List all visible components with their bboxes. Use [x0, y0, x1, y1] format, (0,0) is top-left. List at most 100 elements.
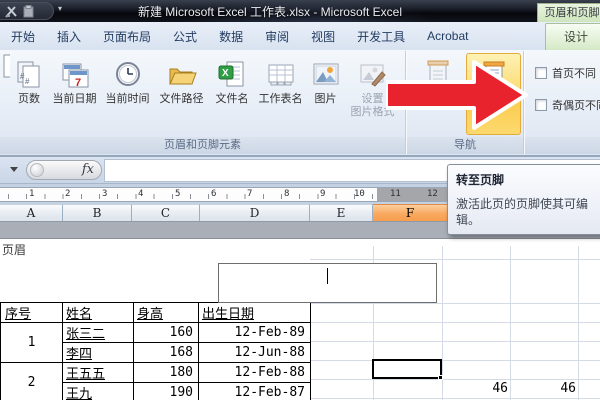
tab-home[interactable]: 开始	[0, 22, 46, 51]
worksheet-page: 页眉 序号 姓名 身高 出生日期 1 张三二 160 12-Feb-89 李四 …	[0, 238, 600, 400]
insert-function-button[interactable]: fx	[26, 160, 102, 180]
cell-height[interactable]: 160	[133, 322, 199, 343]
cell-name[interactable]: 王九	[62, 382, 134, 400]
header-cell[interactable]: 序号	[0, 302, 63, 323]
fx-ball-icon	[30, 163, 44, 177]
format-picture-icon	[360, 64, 386, 87]
fill-handle[interactable]	[438, 375, 443, 380]
cell-name[interactable]: 张三二	[62, 322, 134, 343]
pages-icon: # #	[17, 61, 40, 88]
tooltip-title: 转至页脚	[456, 173, 505, 187]
cell-dob[interactable]: 12-Jun-88	[198, 342, 311, 363]
tooltip-body: 激活此页的页脚使其可编辑。	[456, 197, 589, 227]
column-header-b[interactable]: B	[63, 204, 132, 221]
page-number-button-partial[interactable]	[0, 53, 10, 113]
tab-insert[interactable]: 插入	[46, 22, 92, 51]
number-of-pages-button[interactable]: # # 页数	[10, 53, 48, 135]
namebox-dropdown-icon[interactable]	[10, 167, 18, 172]
ribbon-tab-row: 开始 插入 页面布局 公式 数据 审阅 视图 开发工具 Acrobat 设计	[0, 22, 600, 50]
svg-text:X: X	[222, 68, 229, 79]
checkbox-icon[interactable]	[535, 99, 547, 111]
cell-dob[interactable]: 12-Feb-87	[198, 382, 311, 400]
gridline	[310, 398, 600, 399]
selected-cell[interactable]	[372, 359, 443, 380]
file-name-button[interactable]: X 文件名	[209, 53, 255, 135]
tab-view[interactable]: 视图	[300, 22, 346, 51]
tab-formulas[interactable]: 公式	[162, 22, 208, 51]
goto-footer-tooltip: 转至页脚 激活此页的页脚使其可编辑。	[447, 164, 600, 235]
text-cursor	[327, 268, 328, 284]
title-bar: ▾ 新建 Microsoft Excel 工作表.xlsx - Microsof…	[0, 0, 600, 22]
sheet-name-button[interactable]: 工作表名	[255, 53, 306, 135]
column-header-a[interactable]: A	[0, 204, 63, 221]
cell-dob[interactable]: 12-Feb-89	[198, 322, 311, 343]
group-label-options	[525, 137, 600, 154]
different-odd-even-checkbox[interactable]: 奇偶页不同	[535, 97, 600, 113]
table-row: 2 王五五 180 12-Feb-88	[0, 362, 311, 400]
quick-access-toolbar[interactable]	[0, 2, 54, 20]
cell-dob[interactable]: 12-Feb-88	[198, 362, 311, 383]
header-cell[interactable]: 出生日期	[198, 302, 311, 323]
gridline	[310, 259, 600, 260]
folder-icon	[168, 68, 197, 85]
window-title: 新建 Microsoft Excel 工作表.xlsx - Microsoft …	[137, 5, 403, 19]
tab-developer[interactable]: 开发工具	[346, 22, 416, 51]
tab-data[interactable]: 数据	[208, 22, 254, 51]
group-header-footer-elements: # # 页数 7 当前日期 当前时间 文件路径 X 文件名 工作表名 图片 设置…	[0, 51, 406, 154]
column-header-f-selected[interactable]: F	[373, 204, 448, 221]
checkbox-icon[interactable]	[535, 67, 547, 79]
table-row: 1 张三二 160 12-Feb-89	[0, 322, 311, 363]
tab-page-layout[interactable]: 页面布局	[92, 22, 162, 51]
excel-file-icon: X	[218, 61, 244, 87]
data-table: 序号 姓名 身高 出生日期 1 张三二 160 12-Feb-89 李四 168…	[0, 302, 311, 400]
gridline	[578, 246, 579, 400]
column-header-e[interactable]: E	[310, 204, 373, 221]
svg-text:7: 7	[75, 77, 81, 89]
header-cell[interactable]: 身高	[133, 302, 199, 323]
gridline	[310, 341, 600, 342]
cell-value-46[interactable]: 46	[512, 380, 576, 398]
group-label-elements: 页眉和页脚元素	[0, 137, 405, 154]
tab-acrobat[interactable]: Acrobat	[416, 23, 479, 49]
clock-icon	[115, 62, 140, 86]
cell-value-46[interactable]: 46	[444, 380, 508, 398]
tab-design-active[interactable]: 设计	[545, 23, 600, 50]
gridline	[510, 246, 511, 400]
annotation-arrow-icon	[386, 60, 528, 130]
cell-name[interactable]: 王五五	[62, 362, 134, 383]
gridline	[310, 360, 600, 361]
different-first-page-checkbox[interactable]: 首页不同	[535, 65, 600, 81]
svg-text:#: #	[20, 72, 25, 81]
group-label-navigation: 导航	[407, 137, 523, 154]
group-options: 首页不同 奇偶页不同	[525, 51, 600, 154]
cell-no[interactable]: 1	[0, 322, 63, 363]
fx-icon: fx	[81, 162, 94, 177]
worksheet-icon	[268, 64, 293, 86]
file-path-button[interactable]: 文件路径	[154, 53, 209, 135]
page-header-label: 页眉	[2, 243, 27, 257]
tab-review[interactable]: 审阅	[254, 22, 300, 51]
column-header-c[interactable]: C	[132, 204, 200, 221]
contextual-tools-label: 页眉和页脚	[537, 3, 600, 22]
cell-no[interactable]: 2	[0, 362, 63, 400]
picture-button[interactable]: 图片	[306, 53, 345, 135]
tools-icon[interactable]	[5, 5, 18, 18]
cell-name[interactable]: 李四	[62, 342, 134, 363]
current-time-button[interactable]: 当前时间	[101, 53, 154, 135]
gridline	[310, 322, 600, 323]
gridline	[310, 303, 600, 304]
header-edit-box[interactable]	[218, 263, 437, 303]
excel-window: ▾ 新建 Microsoft Excel 工作表.xlsx - Microsof…	[0, 0, 600, 400]
picture-icon	[313, 63, 338, 85]
ruler: 1 2 3 4 5 6 7 8 9 10 11 12	[0, 187, 452, 202]
column-header-d[interactable]: D	[200, 204, 310, 221]
cell-height[interactable]: 168	[133, 342, 199, 363]
cell-height[interactable]: 190	[133, 382, 199, 400]
cell-height[interactable]: 180	[133, 362, 199, 383]
current-date-button[interactable]: 7 当前日期	[48, 53, 101, 135]
header-cell[interactable]: 姓名	[62, 302, 134, 323]
clipboard-icon[interactable]	[22, 4, 35, 18]
calendar-icon: 7	[62, 63, 88, 89]
qat-dropdown-icon[interactable]: ▾	[58, 4, 62, 13]
table-header-row: 序号 姓名 身高 出生日期	[0, 302, 311, 323]
